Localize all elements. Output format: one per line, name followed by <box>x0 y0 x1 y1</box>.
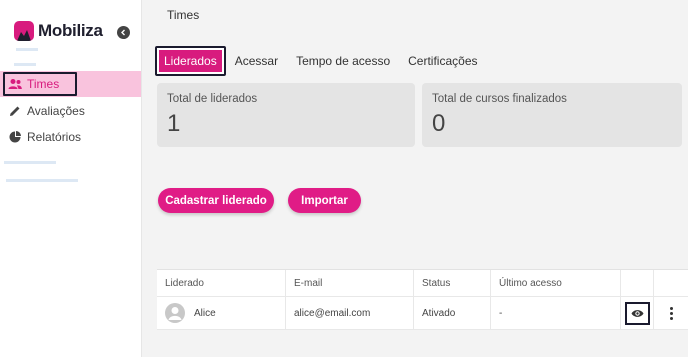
avatar-icon <box>165 303 185 323</box>
brand-logo[interactable]: Mobiliza <box>14 21 103 41</box>
menu-cell <box>654 297 688 329</box>
sidebar-item-label: Times <box>27 77 60 91</box>
skeleton-line <box>4 161 56 164</box>
skeleton-line <box>14 63 36 66</box>
stat-card-liderados: Total de liderados 1 <box>157 83 415 147</box>
stat-card-cursos-finalizados: Total de cursos finalizados 0 <box>422 83 682 147</box>
liderados-table: Liderado E-mail Status Último acesso Ali… <box>157 269 688 330</box>
import-button[interactable]: Importar <box>288 188 361 213</box>
status-cell: Ativado <box>414 297 491 329</box>
more-options-icon[interactable] <box>669 306 673 320</box>
view-liderado-button[interactable] <box>624 301 650 325</box>
column-header-liderado: Liderado <box>157 270 286 296</box>
tab-bar: Liderados Acessar Tempo de acesso Certif… <box>155 46 487 76</box>
skeleton-line <box>16 48 38 51</box>
column-header-email: E-mail <box>286 270 414 296</box>
page-title: Times <box>167 8 200 22</box>
liderado-name: Alice <box>194 307 216 319</box>
sidebar: Mobiliza Times Avaliações Relatórios <box>0 0 142 357</box>
stat-value: 1 <box>167 110 181 137</box>
collapse-sidebar-button[interactable] <box>117 26 130 39</box>
column-header-menu <box>654 270 688 296</box>
sidebar-item-relatorios[interactable]: Relatórios <box>0 124 141 150</box>
sidebar-item-label: Relatórios <box>27 130 82 144</box>
stat-value: 0 <box>432 110 446 137</box>
pencil-icon <box>8 104 22 118</box>
register-liderado-button[interactable]: Cadastrar liderado <box>158 188 274 213</box>
last-access-cell: - <box>491 297 621 329</box>
table-row: Alice alice@email.com Ativado - <box>157 297 688 330</box>
stat-label: Total de cursos finalizados <box>432 93 567 105</box>
sidebar-item-label: Avaliações <box>27 104 85 118</box>
liderado-cell: Alice <box>157 297 286 329</box>
eye-icon <box>631 309 643 317</box>
table-header-row: Liderado E-mail Status Último acesso <box>157 270 688 297</box>
column-header-ultimo-acesso: Último acesso <box>491 270 621 296</box>
column-header-view <box>621 270 654 296</box>
sidebar-item-times[interactable]: Times <box>0 71 141 97</box>
tab-acessar[interactable]: Acessar <box>226 46 287 76</box>
stat-label: Total de liderados <box>167 93 258 105</box>
logo-mark-icon <box>14 21 34 41</box>
tab-certificacoes[interactable]: Certificações <box>399 46 486 76</box>
tab-liderados[interactable]: Liderados <box>155 46 226 76</box>
column-header-status: Status <box>414 270 491 296</box>
view-cell <box>621 297 654 329</box>
sidebar-item-avaliacoes[interactable]: Avaliações <box>0 98 141 124</box>
email-cell: alice@email.com <box>286 297 414 329</box>
chevron-left-icon <box>121 29 125 36</box>
pie-chart-icon <box>8 130 22 144</box>
skeleton-line <box>6 179 78 182</box>
tab-tempo-de-acesso[interactable]: Tempo de acesso <box>287 46 399 76</box>
brand-name: Mobiliza <box>38 21 103 40</box>
users-icon <box>8 77 22 91</box>
